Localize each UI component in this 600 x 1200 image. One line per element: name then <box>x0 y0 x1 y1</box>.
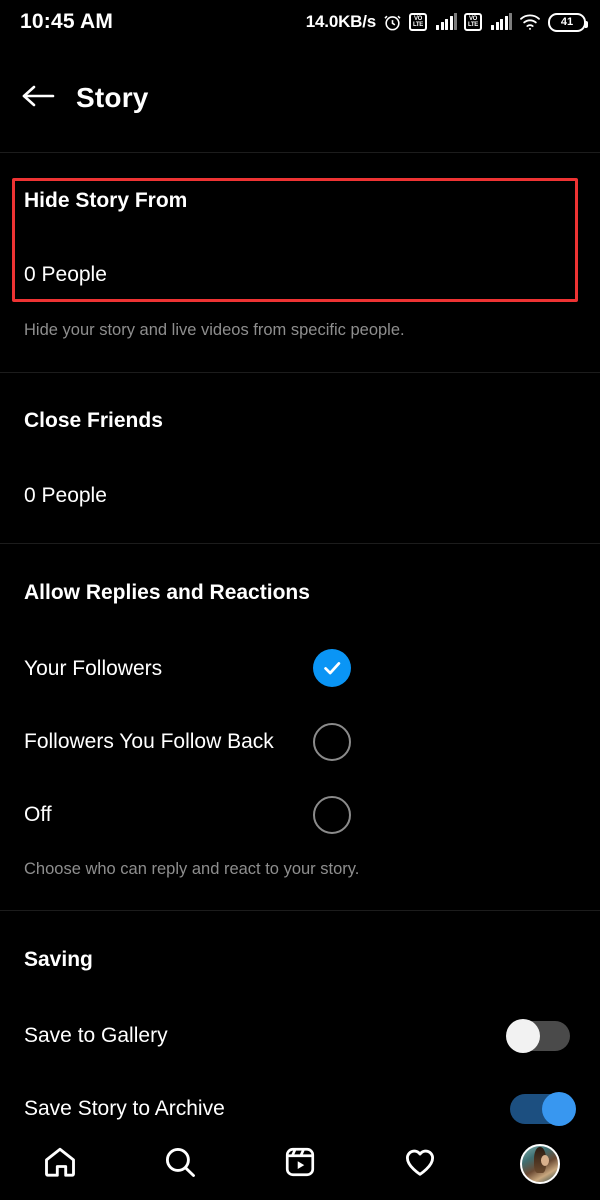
close-friends-title[interactable]: Close Friends <box>24 409 163 433</box>
hide-story-from-helper: Hide your story and live videos from spe… <box>24 321 405 339</box>
nav-home-button[interactable] <box>28 1136 92 1192</box>
back-arrow-icon <box>20 83 56 114</box>
status-bar-icons: 14.0KB/s VO LTE VO LTE 41 <box>305 12 588 32</box>
close-friends-value[interactable]: 0 People <box>24 484 107 508</box>
section-divider <box>0 152 600 153</box>
sim2-volte-icon: VO LTE <box>464 13 482 31</box>
story-settings-screen: 10:45 AM 14.0KB/s VO LTE VO LTE 41 Story… <box>0 0 600 1200</box>
app-header: Story <box>0 44 600 152</box>
sim2-volte-bottom: LTE <box>468 22 478 28</box>
search-icon <box>162 1144 198 1185</box>
battery-icon: 41 <box>548 12 588 32</box>
radio-off[interactable] <box>313 796 351 834</box>
save-story-to-archive-toggle[interactable] <box>510 1092 576 1126</box>
sim2-signal-icon <box>491 13 512 30</box>
wifi-icon <box>519 13 541 31</box>
section-divider <box>0 910 600 911</box>
save-story-to-archive-label[interactable]: Save Story to Archive <box>24 1097 225 1121</box>
alarm-clock-icon <box>383 13 402 32</box>
status-bar: 10:45 AM 14.0KB/s VO LTE VO LTE 41 <box>0 0 600 44</box>
nav-search-button[interactable] <box>148 1136 212 1192</box>
nav-activity-button[interactable] <box>388 1136 452 1192</box>
option-label-your-followers[interactable]: Your Followers <box>24 657 162 681</box>
nav-reels-button[interactable] <box>268 1136 332 1192</box>
network-speed-label: 14.0KB/s <box>305 12 376 31</box>
section-divider <box>0 372 600 373</box>
hide-story-from-value[interactable]: 0 People <box>24 263 107 287</box>
sim1-volte-bottom: LTE <box>413 22 423 28</box>
home-icon <box>42 1144 78 1185</box>
save-to-gallery-label[interactable]: Save to Gallery <box>24 1024 168 1048</box>
save-to-gallery-toggle[interactable] <box>506 1019 570 1053</box>
profile-avatar <box>520 1144 560 1184</box>
allow-replies-title: Allow Replies and Reactions <box>24 581 310 604</box>
sim1-signal-icon <box>436 13 457 30</box>
allow-replies-helper: Choose who can reply and react to your s… <box>24 860 360 878</box>
section-divider <box>0 543 600 544</box>
heart-icon <box>402 1144 438 1185</box>
page-title: Story <box>76 82 149 113</box>
sim1-volte-icon: VO LTE <box>409 13 427 31</box>
nav-profile-button[interactable] <box>508 1136 572 1192</box>
radio-followers-you-follow-back[interactable] <box>313 723 351 761</box>
saving-title: Saving <box>24 948 93 971</box>
avatar-detail <box>540 1155 549 1167</box>
option-label-followers-you-follow-back[interactable]: Followers You Follow Back <box>24 730 274 754</box>
back-button[interactable] <box>0 83 76 114</box>
toggle-knob <box>542 1092 576 1126</box>
radio-your-followers[interactable] <box>313 649 351 687</box>
option-label-off[interactable]: Off <box>24 803 52 827</box>
status-bar-time: 10:45 AM <box>20 10 114 33</box>
reels-icon <box>283 1145 317 1184</box>
toggle-knob <box>506 1019 540 1053</box>
hide-story-from-title[interactable]: Hide Story From <box>24 189 187 213</box>
battery-level-label: 41 <box>560 16 574 28</box>
bottom-navigation-bar <box>0 1128 600 1200</box>
